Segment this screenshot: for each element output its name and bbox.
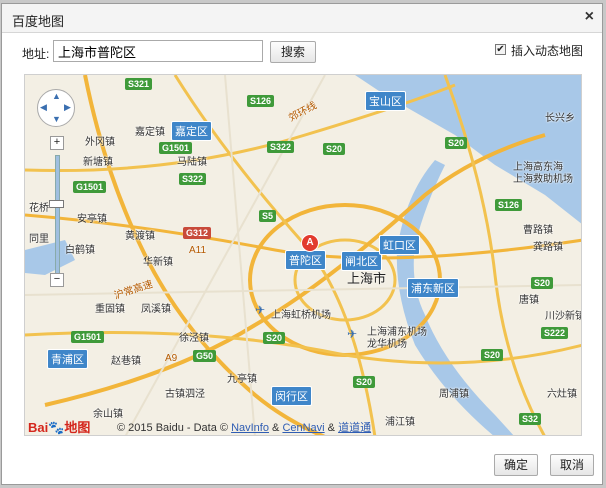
- route-shield: S20: [323, 143, 346, 155]
- town-label: 长兴乡: [545, 113, 575, 124]
- district-label: 宝山区: [365, 91, 406, 111]
- zoom-slider-track[interactable]: [55, 155, 60, 275]
- town-label: 花桥: [29, 203, 49, 214]
- airport-label: 上海虹桥机场: [271, 310, 331, 321]
- route-shield: S322: [267, 141, 295, 153]
- town-label: 凤溪镇: [141, 304, 171, 315]
- town-label: 赵巷镇: [111, 356, 141, 367]
- town-label: 华新镇: [143, 257, 173, 268]
- zoom-in-button[interactable]: +: [50, 136, 64, 150]
- route-shield: S20: [445, 137, 468, 149]
- route-shield: S322: [179, 173, 207, 185]
- town-label: 嘉定镇: [135, 127, 165, 138]
- pan-left-icon[interactable]: ◀: [40, 102, 47, 113]
- paw-icon: 🐾: [48, 420, 65, 435]
- baidu-map-dialog: 百度地图 × 地址: 搜索 ✔ 插入动态地图 ▲: [1, 3, 603, 485]
- airplane-icon: ✈: [347, 327, 358, 341]
- district-label: 普陀区: [285, 250, 326, 270]
- town-label: 川沙新镇: [545, 311, 582, 322]
- town-label: 重固镇: [95, 304, 125, 315]
- route-shield: G1501: [159, 142, 193, 154]
- town-label: 九亭镇: [227, 374, 257, 385]
- baidu-map-logo: Bai🐾地图: [28, 420, 91, 435]
- map-copyright: Bai🐾地图 © 2015 Baidu - Data © NavInfo & C…: [25, 415, 581, 435]
- route-shield: S20: [481, 349, 504, 361]
- dialog-title: 百度地图: [12, 14, 65, 29]
- road-label: A11: [189, 245, 207, 256]
- road-label: A9: [165, 353, 178, 364]
- town-label: 六灶镇: [547, 389, 577, 400]
- ok-button[interactable]: 确定: [494, 454, 538, 476]
- town-label: 白鹤镇: [65, 245, 95, 256]
- provider-link[interactable]: CenNavi: [282, 422, 324, 434]
- provider-link[interactable]: 道道通: [338, 422, 371, 434]
- town-label: 周浦镇: [439, 389, 469, 400]
- district-label: 闵行区: [271, 386, 312, 406]
- route-shield: G1501: [71, 331, 105, 343]
- route-shield: S20: [353, 376, 376, 388]
- town-label: 外冈镇: [85, 137, 115, 148]
- dialog-titlebar: 百度地图 ×: [2, 4, 602, 33]
- map-view[interactable]: ▲ ▼ ◀ ▶ + − 宝山区 嘉定区 普陀区 闸北区 虹口区 浦东新区 青浦区…: [24, 74, 582, 436]
- town-label: 马陆镇: [177, 157, 207, 168]
- town-label: 同里: [29, 234, 49, 245]
- route-shield: S126: [247, 95, 275, 107]
- pan-control[interactable]: ▲ ▼ ◀ ▶: [37, 89, 75, 127]
- dynamic-map-label: 插入动态地图: [511, 44, 584, 58]
- route-shield: G312: [183, 227, 212, 239]
- pan-down-icon[interactable]: ▼: [52, 114, 61, 124]
- provider-link[interactable]: NavInfo: [231, 422, 269, 434]
- route-shield: S5: [259, 210, 277, 222]
- district-label: 青浦区: [47, 349, 88, 369]
- town-label: 曹路镇: [523, 225, 553, 236]
- town-label: 安亭镇: [77, 214, 107, 225]
- close-icon[interactable]: ×: [585, 8, 594, 26]
- city-label: 上海市: [347, 271, 387, 286]
- district-label: 嘉定区: [171, 121, 212, 141]
- pan-right-icon[interactable]: ▶: [64, 102, 71, 113]
- airport-label: 龙华机场: [367, 339, 407, 350]
- district-label: 虹口区: [379, 235, 420, 255]
- cancel-button[interactable]: 取消: [550, 454, 594, 476]
- address-input[interactable]: [53, 40, 263, 62]
- airplane-icon: ✈: [255, 303, 266, 317]
- town-label: 龚路镇: [533, 242, 563, 253]
- route-shield: S20: [263, 332, 286, 344]
- route-shield: S321: [125, 78, 153, 90]
- zoom-out-button[interactable]: −: [50, 273, 64, 287]
- route-shield: S20: [531, 277, 554, 289]
- town-label: 新塘镇: [83, 157, 113, 168]
- address-label: 地址:: [22, 47, 50, 61]
- town-label: 唐镇: [519, 295, 539, 306]
- route-shield: G50: [193, 350, 217, 362]
- route-shield: G1501: [73, 181, 107, 193]
- town-label: 上海救助机场: [513, 174, 573, 185]
- zoom-slider-handle[interactable]: [49, 200, 64, 208]
- route-shield: S126: [495, 199, 523, 211]
- town-label: 黄渡镇: [125, 231, 155, 242]
- pan-up-icon[interactable]: ▲: [52, 91, 61, 101]
- district-label: 浦东新区: [407, 278, 459, 298]
- search-button[interactable]: 搜索: [270, 41, 316, 63]
- dynamic-map-checkbox[interactable]: ✔: [495, 44, 506, 55]
- town-label: 古镇泗泾: [165, 389, 205, 400]
- copyright-text: © 2015 Baidu - Data © NavInfo & CenNavi …: [117, 422, 372, 434]
- route-shield: S222: [541, 327, 569, 339]
- location-marker[interactable]: A: [301, 234, 319, 252]
- town-label: 徐泾镇: [179, 333, 209, 344]
